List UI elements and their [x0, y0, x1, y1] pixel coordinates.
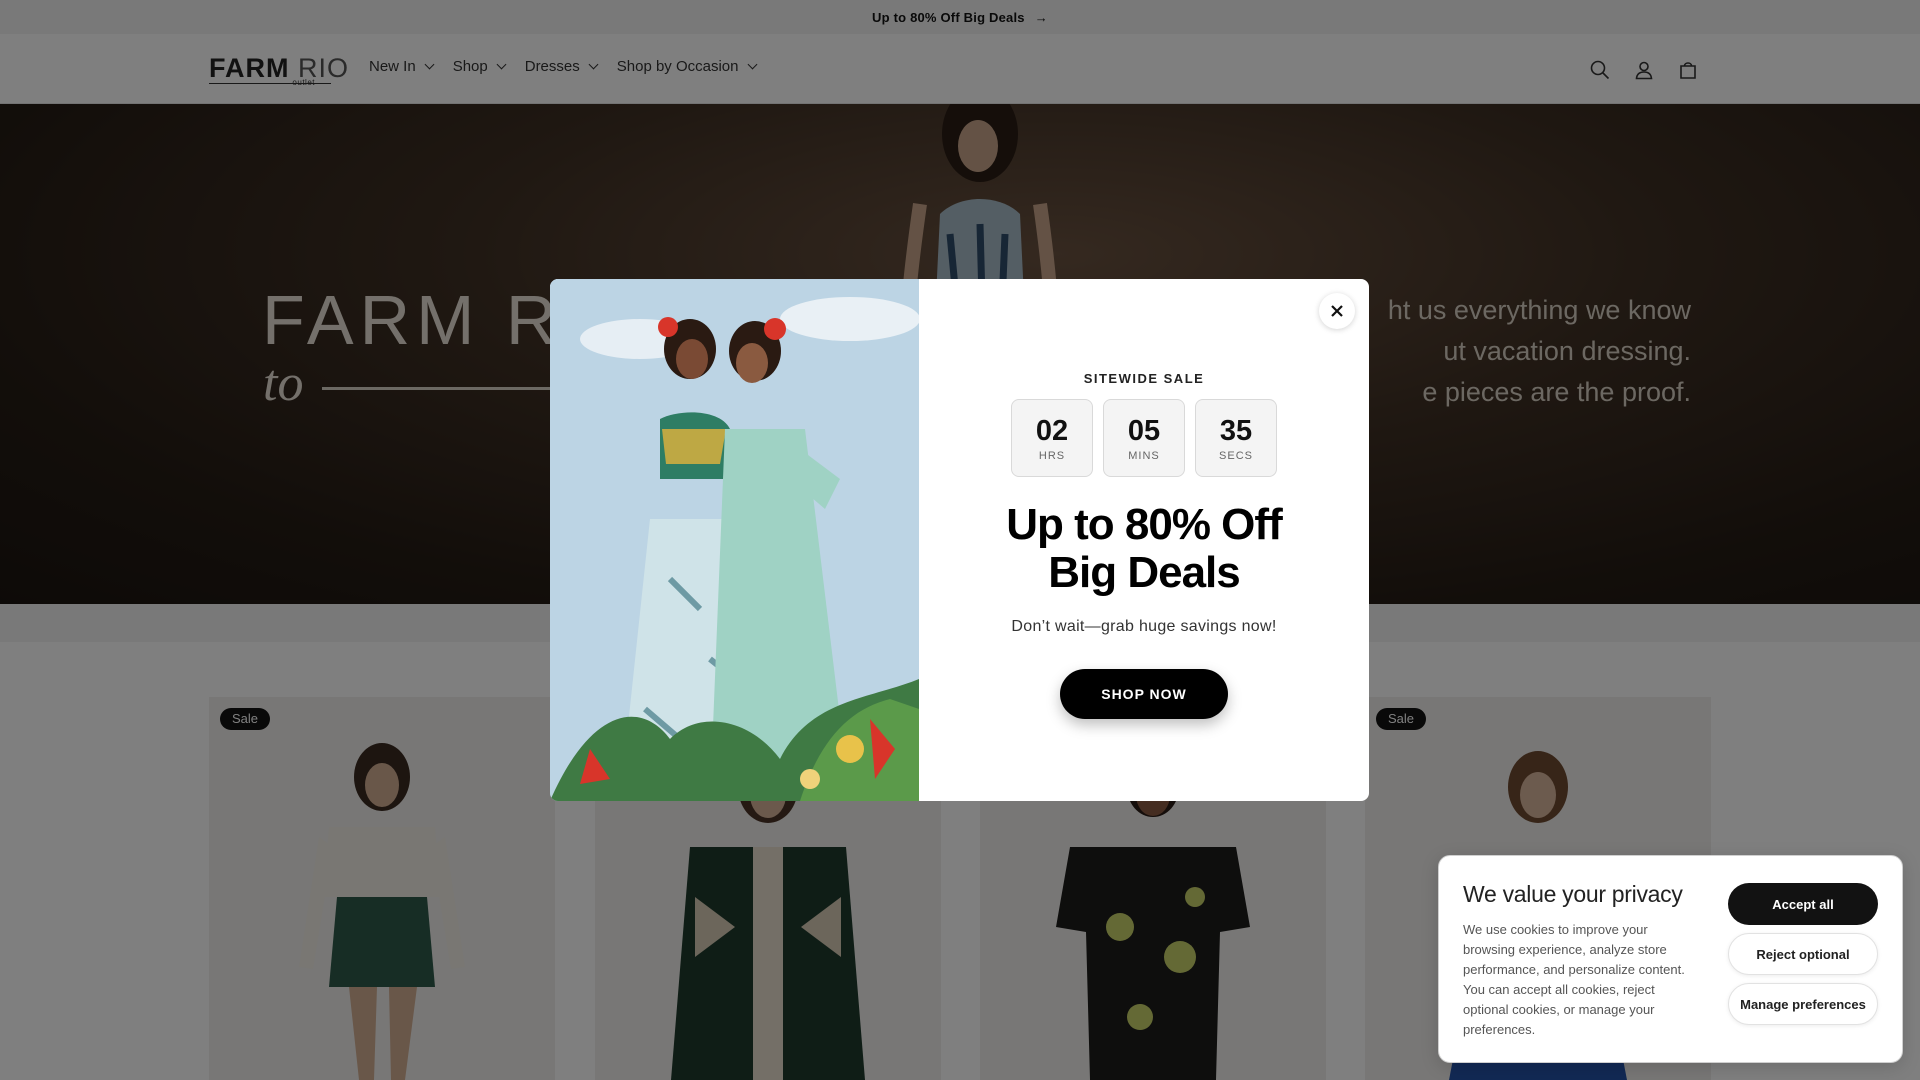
timer-value: 05	[1127, 414, 1161, 447]
timer-unit: MINS	[1128, 449, 1160, 462]
accept-all-button[interactable]: Accept all	[1728, 883, 1878, 925]
timer-unit: HRS	[1038, 449, 1066, 462]
cookie-text: We use cookies to improve your browsing …	[1463, 922, 1685, 1037]
headline-line: Big Deals	[1048, 548, 1241, 597]
promo-modal: SITEWIDE SALE 02 HRS 05 MINS 35 SECS Up …	[550, 279, 1369, 801]
shop-now-button[interactable]: SHOP NOW	[1060, 669, 1228, 719]
timer-minutes: 05 MINS	[1103, 399, 1185, 477]
timer-unit: SECS	[1219, 449, 1253, 462]
promo-image	[550, 279, 919, 801]
timer-hours: 02 HRS	[1011, 399, 1093, 477]
promo-content: SITEWIDE SALE 02 HRS 05 MINS 35 SECS Up …	[919, 279, 1369, 801]
timer-value: 35	[1219, 414, 1253, 447]
manage-preferences-button[interactable]: Manage preferences	[1728, 983, 1878, 1025]
timer-value: 02	[1035, 414, 1069, 447]
cookie-title: We value your privacy	[1463, 881, 1683, 907]
timer-seconds: 35 SECS	[1195, 399, 1277, 477]
promo-headline: Up to 80% Off Big Deals	[919, 501, 1369, 597]
promo-eyebrow: SITEWIDE SALE	[1083, 371, 1205, 386]
headline-line: Up to 80% Off	[1006, 500, 1282, 549]
promo-models-illustration	[550, 279, 919, 801]
reject-optional-button[interactable]: Reject optional	[1728, 933, 1878, 975]
promo-subline: Don’t wait—grab huge savings now!	[1011, 618, 1277, 635]
countdown-timer: 02 HRS 05 MINS 35 SECS	[1011, 399, 1277, 477]
close-icon[interactable]	[1319, 293, 1355, 329]
cookie-banner: We value your privacy We use cookies to …	[1438, 855, 1903, 1063]
